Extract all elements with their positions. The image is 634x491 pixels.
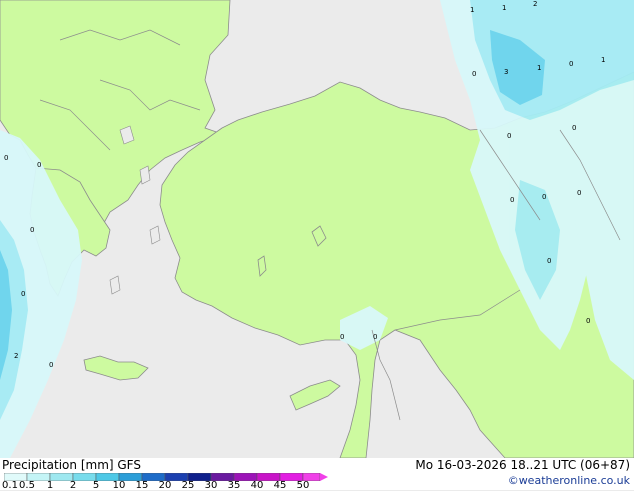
precip-label: 0 — [373, 333, 377, 341]
precip-label: 0 — [49, 361, 53, 369]
precip-label: 1 — [470, 6, 474, 14]
precip-label: 2 — [533, 0, 537, 8]
precip-label: 1 — [601, 56, 605, 64]
scale-tick: 0.5 — [19, 480, 35, 491]
scale-tick: 5 — [92, 480, 100, 491]
precip-label: 0 — [30, 226, 34, 234]
map-footer: Precipitation [mm] GFS Mo 16-03-2026 18.… — [0, 458, 634, 491]
credit-link[interactable]: ©weatheronline.co.uk — [508, 474, 630, 487]
scale-tick: 15 — [135, 480, 149, 491]
scale-tick: 35 — [227, 480, 241, 491]
precip-label: 0 — [572, 124, 576, 132]
weather-map: 1 1 2 0 3 1 0 1 0 0 0 0 0 0 0 0 0 0 0 0 … — [0, 0, 634, 459]
scale-tick: 10 — [112, 480, 126, 491]
map-canvas: 1 1 2 0 3 1 0 1 0 0 0 0 0 0 0 0 0 0 0 0 … — [0, 0, 634, 459]
precip-label: 0 — [21, 290, 25, 298]
precip-label: 3 — [504, 68, 508, 76]
precip-label: 0 — [542, 193, 546, 201]
precip-label: 1 — [502, 4, 506, 12]
precip-label: 0 — [577, 189, 581, 197]
precip-label: 0 — [569, 60, 573, 68]
scale-tick: 0.1 — [2, 480, 18, 491]
precip-label: 0 — [510, 196, 514, 204]
scale-tick: 2 — [69, 480, 77, 491]
scale-tick: 30 — [204, 480, 218, 491]
precip-label: 0 — [547, 257, 551, 265]
precip-label: 1 — [537, 64, 541, 72]
precip-label: 0 — [507, 132, 511, 140]
precip-label: 0 — [586, 317, 590, 325]
scale-tick: 45 — [273, 480, 287, 491]
precip-label: 0 — [4, 154, 8, 162]
scale-tick: 50 — [296, 480, 310, 491]
valid-time: Mo 16-03-2026 18..21 UTC (06+87) — [415, 458, 630, 472]
precip-label: 0 — [37, 161, 41, 169]
precip-label: 0 — [472, 70, 476, 78]
scale-tick: 25 — [181, 480, 195, 491]
scale-tick: 40 — [250, 480, 264, 491]
precip-label: 0 — [340, 333, 344, 341]
precip-label: 2 — [14, 352, 18, 360]
scale-tick: 20 — [158, 480, 172, 491]
scale-tick-labels: 0.1 0.5 1 2 5 10 15 20 25 30 35 40 45 50 — [0, 480, 330, 491]
scale-tick: 1 — [46, 480, 54, 491]
map-title: Precipitation [mm] GFS — [2, 458, 141, 472]
